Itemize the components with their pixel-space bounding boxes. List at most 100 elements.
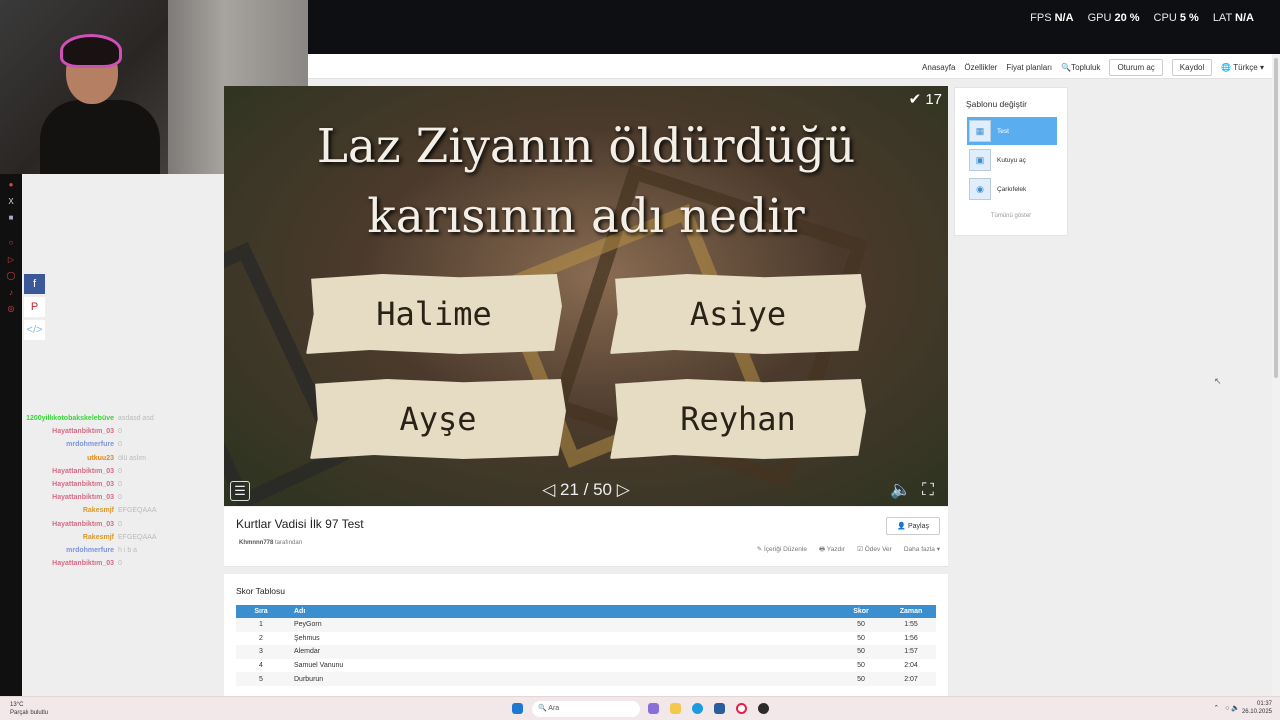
activity-actions: ✎ İçeriği Düzenle 🖶 Yazdır ☑ Ödev Ver Da…	[757, 545, 940, 556]
chat-text: 0	[118, 520, 122, 528]
answer-option-1[interactable]: Halime	[306, 274, 562, 354]
cell-rank: 1	[259, 621, 263, 629]
chat-message: mrdohmerfure 0	[0, 438, 224, 451]
chat-username: Hayattanbiktım_03	[52, 494, 114, 502]
print-link[interactable]: 🖶 Yazdır	[819, 545, 845, 556]
wheel-template-icon: ◉	[969, 178, 991, 200]
previous-button[interactable]: ◁	[542, 480, 555, 499]
cell-time: 2:07	[904, 675, 918, 683]
chat-username: Rakesmjf	[82, 507, 114, 515]
taskbar-clock[interactable]: 01:37 26.10.2025	[1242, 700, 1272, 716]
tiktok-icon[interactable]: ♪	[6, 288, 16, 298]
lat-stat: LAT N/A	[1212, 12, 1254, 24]
share-button[interactable]: 👤 Paylaş	[886, 517, 940, 535]
show-all-link[interactable]: Tümünü göster	[955, 213, 1067, 219]
nav-features-link[interactable]: Özellikler	[964, 63, 997, 72]
chat-text: 0	[118, 481, 122, 489]
table-row: 4 Samuel Vanunu 50 2:04	[236, 659, 936, 673]
cell-rank: 2	[259, 634, 263, 642]
cell-name: Şehmus	[294, 634, 320, 642]
chat-username: Hayattanbiktım_03	[52, 467, 114, 475]
file-explorer-icon[interactable]	[670, 703, 681, 714]
cell-name: Samuel Vanunu	[294, 662, 344, 670]
chat-username: Rakesmjf	[82, 533, 114, 541]
copilot-icon[interactable]	[648, 703, 659, 714]
facebook-share-icon[interactable]: f	[24, 274, 45, 294]
signup-button[interactable]: Kaydol	[1171, 59, 1213, 76]
language-select[interactable]: 🌐 Türkçe ▾	[1221, 63, 1264, 72]
web-icon[interactable]: ◎	[6, 304, 16, 314]
chat-username: utkuu23	[87, 454, 114, 462]
chat-message: Hayattanbiktım_03 0	[0, 491, 224, 504]
obs-icon[interactable]	[758, 703, 769, 714]
cell-score: 50	[857, 634, 865, 642]
cell-rank: 4	[259, 662, 263, 670]
cell-score: 50	[857, 621, 865, 629]
weather-widget[interactable]: 13°C Parçalı bulutlu	[10, 701, 48, 717]
globe-icon: 🌐	[1221, 63, 1232, 72]
cell-name: Durburun	[294, 675, 324, 683]
kick-icon[interactable]: ▷	[6, 255, 16, 265]
next-button[interactable]: ▷	[617, 480, 630, 499]
store-icon[interactable]	[714, 703, 725, 714]
leaderboard-table: Sıra Adı Skor Zaman 1 PeyGorn 50 1:55 2 Şehmu…	[236, 605, 936, 686]
x-icon[interactable]: X	[6, 197, 16, 207]
start-icon[interactable]	[512, 703, 523, 714]
nav-home-link[interactable]: Anasayfa	[922, 63, 955, 72]
more-dropdown[interactable]: Daha fazla ▾	[904, 545, 940, 556]
wifi-icon[interactable]: ○	[1225, 705, 1229, 712]
scrollbar-thumb[interactable]	[1274, 58, 1278, 378]
chat-message: Hayattanbiktım_03 0	[0, 425, 224, 438]
nav-community-link[interactable]: 🔍Topluluk	[1061, 63, 1100, 72]
instagram-icon[interactable]: ●	[6, 180, 16, 190]
answer-option-4[interactable]: Reyhan	[610, 379, 866, 459]
nav-pricing-link[interactable]: Fiyat planları	[1006, 63, 1052, 72]
discord-icon[interactable]: ■	[6, 213, 16, 223]
answer-option-3[interactable]: Ayşe	[310, 379, 566, 459]
volume-icon[interactable]: 🔈	[890, 480, 911, 500]
assign-link[interactable]: ☑ Ödev Ver	[857, 545, 892, 556]
activity-info: Kurtlar Vadisi İlk 97 Test Khmnnn778 tar…	[224, 507, 948, 567]
headset-icon	[60, 34, 122, 68]
leaderboard-header-row: Sıra Adı Skor Zaman	[236, 605, 936, 618]
chat-username: 1200yillıkotobakskelebüve	[26, 415, 114, 422]
cell-score: 50	[857, 648, 865, 656]
taskbar-search[interactable]: 🔍 Ara	[532, 701, 640, 717]
site-navbar: Anasayfa Özellikler Fiyat planları 🔍Topl…	[308, 54, 1272, 79]
table-row: 2 Şehmus 50 1:56	[236, 632, 936, 646]
cell-name: PeyGorn	[294, 621, 322, 629]
col-name: Adı	[294, 608, 306, 615]
edit-content-link[interactable]: ✎ İçeriği Düzenle	[757, 545, 807, 556]
chevron-up-icon[interactable]: ⌃	[1213, 705, 1219, 712]
embed-share-icon[interactable]: </>	[24, 320, 45, 340]
chat-text: 0	[118, 428, 122, 436]
edge-icon[interactable]	[692, 703, 703, 714]
system-tray: ⌃ ○ 🔈	[1213, 704, 1240, 712]
template-quiz[interactable]: ▦ Test	[967, 117, 1057, 145]
chat-text: h i b a	[118, 547, 138, 555]
fullscreen-icon[interactable]: ⛶	[922, 480, 934, 500]
pinterest-share-icon[interactable]: P	[24, 297, 45, 317]
cell-time: 1:55	[904, 621, 918, 629]
chat-text: 0	[118, 441, 122, 449]
template-open-box[interactable]: ▣ Kutuyu aç	[967, 146, 1057, 174]
chat-text: EFGEQAAA	[118, 507, 157, 515]
twitch-icon[interactable]: ◯	[6, 271, 16, 281]
question-pager: ◁ 21 / 50 ▷	[224, 480, 948, 500]
chat-text: 0	[118, 467, 122, 475]
volume-tray-icon[interactable]: 🔈	[1231, 705, 1240, 712]
template-switcher-title: Şablonu değiştir	[966, 99, 1027, 109]
template-wheel[interactable]: ◉ Çarkıfelek	[967, 175, 1057, 203]
author-line: Khmnnn778 tarafından	[239, 540, 303, 546]
chat-message: Hayattanbiktım_03 0	[0, 465, 224, 478]
author-link[interactable]: Khmnnn778	[239, 540, 273, 546]
opera-icon[interactable]	[736, 703, 747, 714]
box-template-icon: ▣	[969, 149, 991, 171]
cell-rank: 3	[259, 648, 263, 656]
youtube-icon[interactable]: ○	[6, 238, 16, 248]
login-button[interactable]: Oturum aç	[1109, 59, 1163, 76]
performance-stats: FPS N/A GPU 20 % CPU 5 % LAT N/A	[1030, 12, 1254, 24]
chat-message: 1200yillıkotobakskelebüve asdasd asd	[0, 412, 224, 425]
cpu-stat: CPU 5 %	[1153, 12, 1199, 24]
answer-option-2[interactable]: Asiye	[610, 274, 866, 354]
